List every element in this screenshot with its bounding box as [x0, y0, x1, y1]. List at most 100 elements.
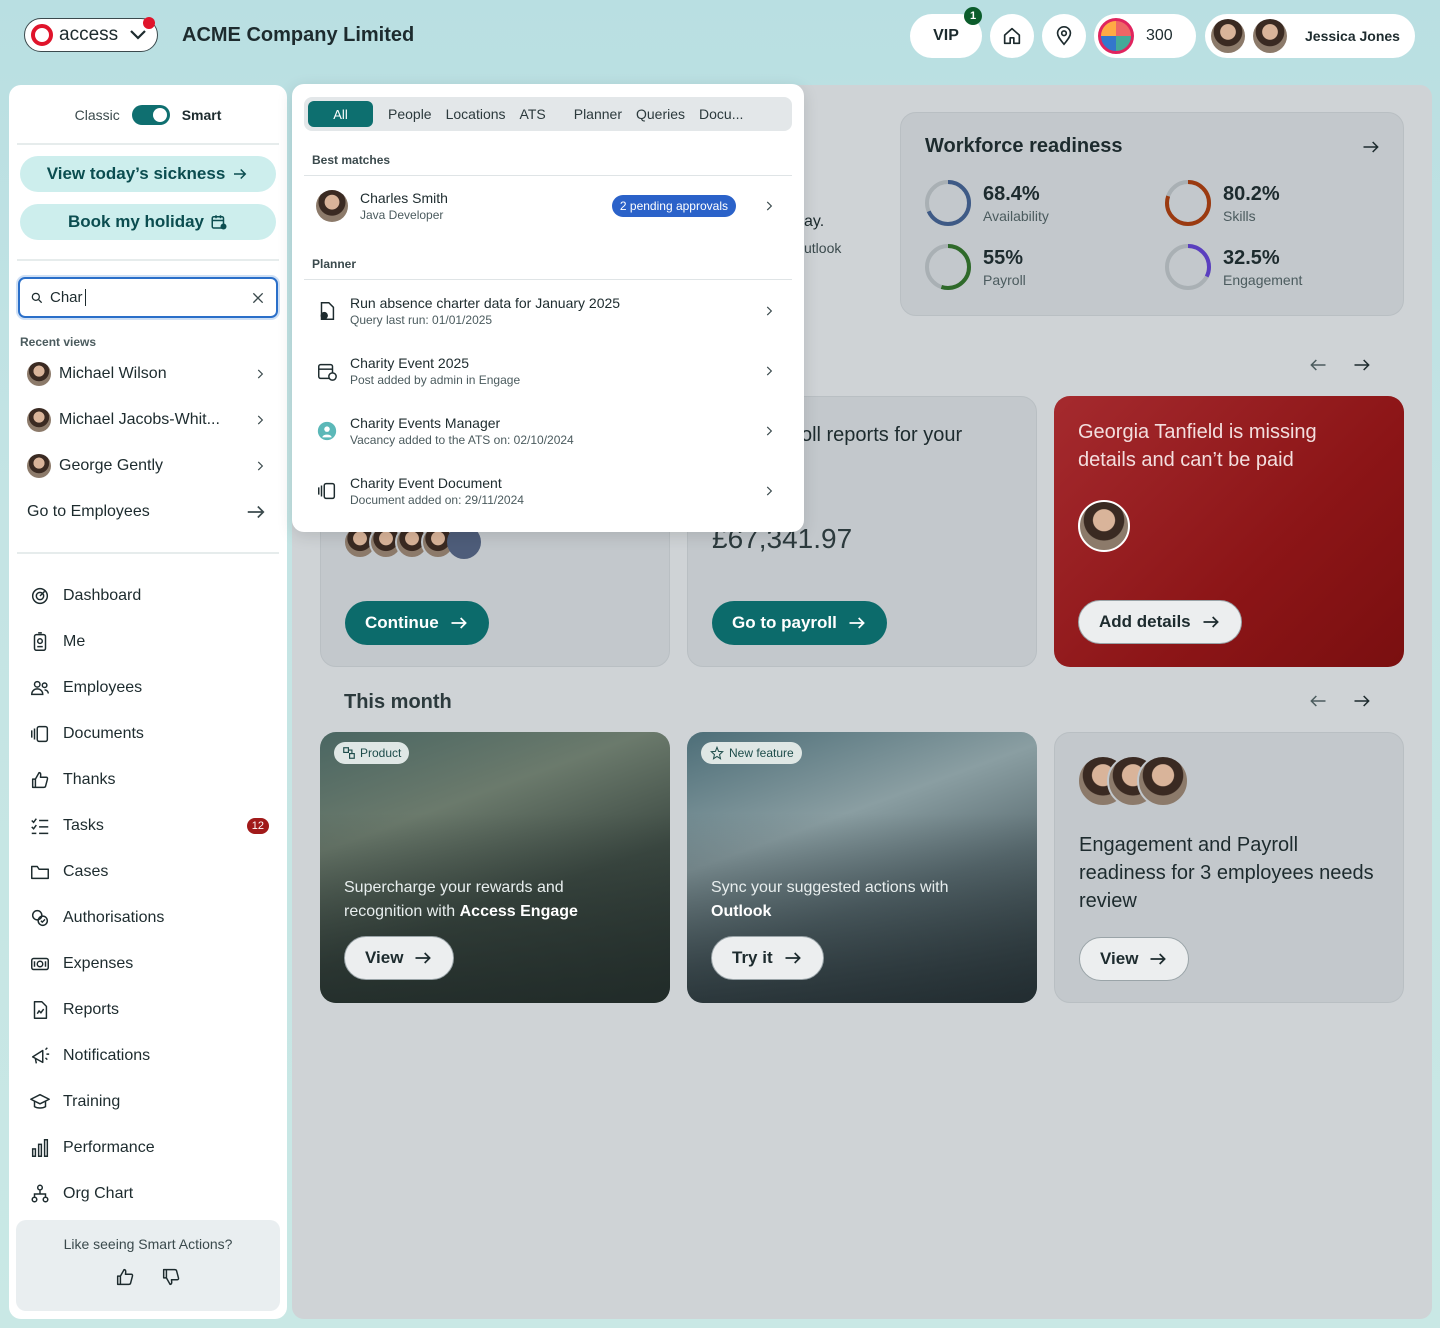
- view-button[interactable]: View: [344, 936, 455, 980]
- arrow-left-icon[interactable]: [1308, 691, 1328, 711]
- search-input[interactable]: Char: [18, 277, 278, 318]
- go-to-employees-link[interactable]: Go to Employees: [27, 497, 267, 527]
- arrow-right-icon: [451, 617, 467, 629]
- add-details-label: Add details: [1099, 612, 1191, 631]
- search-icon: [31, 292, 43, 303]
- chevron-down-icon: [130, 30, 146, 40]
- people-icon: [31, 680, 49, 696]
- sidebar-item-expenses[interactable]: Expenses: [29, 949, 269, 979]
- dashboard-icon: [31, 587, 49, 605]
- arrow-right-icon[interactable]: [1361, 137, 1381, 157]
- sidebar: Classic Smart View today’s sickness Book…: [9, 85, 287, 1319]
- points-button[interactable]: 300: [1094, 14, 1196, 58]
- planner-result-item[interactable]: Run absence charter data for January 202…: [316, 289, 776, 333]
- avatar: [316, 190, 348, 222]
- tab-planner[interactable]: Planner: [567, 101, 629, 127]
- clear-search-icon[interactable]: [250, 290, 266, 306]
- go-to-payroll-label: Go to payroll: [732, 613, 837, 632]
- tab-all[interactable]: All: [308, 101, 373, 127]
- book-holiday-label: Book my holiday: [67, 212, 205, 231]
- recent-item[interactable]: Michael Wilson: [27, 359, 267, 389]
- feedback-question: Like seeing Smart Actions?: [63, 1236, 233, 1252]
- sidebar-item-label: Employees: [63, 679, 143, 696]
- chevron-right-icon: [257, 415, 264, 425]
- sidebar-item-employees[interactable]: Employees: [29, 673, 269, 703]
- new-feature-card: New feature Sync your suggested actions …: [687, 732, 1037, 1003]
- missing-details-card: Georgia Tanfield is missing details and …: [1054, 396, 1404, 667]
- sidebar-item-thanks[interactable]: Thanks: [29, 765, 269, 795]
- try-it-label: Try it: [732, 948, 773, 967]
- view-button[interactable]: View: [1079, 937, 1190, 981]
- view-sickness-button[interactable]: View today’s sickness: [20, 156, 276, 192]
- sidebar-item-label: Documents: [63, 725, 144, 742]
- donut-gauge: [1165, 180, 1211, 226]
- best-match-item[interactable]: Charles Smith Java Developer 2 pending a…: [316, 184, 776, 228]
- thumbs-up-icon[interactable]: [114, 1266, 136, 1288]
- vip-label: VIP: [933, 27, 959, 44]
- sidebar-item-dashboard[interactable]: Dashboard: [29, 581, 269, 611]
- recent-item[interactable]: George Gently: [27, 451, 267, 481]
- sidebar-item-reports[interactable]: Reports: [29, 995, 269, 1025]
- carousel-arrows: [1308, 691, 1372, 711]
- divider: [17, 259, 279, 261]
- book-holiday-button[interactable]: Book my holiday: [20, 204, 276, 240]
- logo-text: access: [59, 24, 119, 45]
- avatar: [1211, 19, 1245, 53]
- tab-docu[interactable]: Docu...: [692, 101, 750, 127]
- sidebar-item-label: Cases: [63, 863, 109, 880]
- access-logo[interactable]: access: [24, 17, 158, 52]
- tab-people[interactable]: People: [381, 101, 439, 127]
- carousel-arrows: [1308, 355, 1372, 375]
- user-menu[interactable]: Jessica Jones: [1205, 14, 1415, 58]
- add-details-button[interactable]: Add details: [1078, 600, 1242, 644]
- go-to-payroll-button[interactable]: Go to payroll: [712, 601, 887, 645]
- metric-payroll: 55% Payroll: [923, 242, 1026, 292]
- avatar: [27, 454, 51, 478]
- avatar-group: [1077, 755, 1189, 807]
- sidebar-item-notifications[interactable]: Notifications: [29, 1041, 269, 1071]
- planner-result-item[interactable]: Charity Events Manager Vacancy added to t…: [316, 409, 776, 453]
- sidebar-item-cases[interactable]: Cases: [29, 857, 269, 887]
- tab-queries[interactable]: Queries: [629, 101, 692, 127]
- best-matches-heading: Best matches: [312, 153, 391, 167]
- sidebar-item-training[interactable]: Training: [29, 1087, 269, 1117]
- this-month-title: This month: [344, 691, 452, 713]
- sidebar-item-authorisations[interactable]: Authorisations: [29, 903, 269, 933]
- thumbs-down-icon[interactable]: [160, 1266, 182, 1288]
- tab-ats[interactable]: ATS: [513, 101, 553, 127]
- planner-result-item[interactable]: Charity Event 2025 Post added by admin in…: [316, 349, 776, 393]
- recent-item-label: Michael Jacobs-Whit...: [59, 411, 220, 428]
- calendar-add-icon: [211, 215, 227, 230]
- recent-item[interactable]: Michael Jacobs-Whit...: [27, 405, 267, 435]
- thumbs-up-icon: [31, 771, 49, 789]
- continue-button[interactable]: Continue: [345, 601, 489, 645]
- product-tag-label: Product: [360, 746, 402, 760]
- planner-result-item[interactable]: Charity Event Document Document added on:…: [316, 469, 776, 513]
- sidebar-item-me[interactable]: Me: [29, 627, 269, 657]
- home-button[interactable]: [990, 14, 1034, 58]
- sidebar-item-label: Authorisations: [63, 909, 165, 926]
- sidebar-item-documents[interactable]: Documents: [29, 719, 269, 749]
- try-it-button[interactable]: Try it: [711, 936, 824, 980]
- vip-button[interactable]: VIP 1: [910, 7, 982, 58]
- new-feature-bold: Outlook: [711, 903, 772, 920]
- classic-smart-switch[interactable]: [131, 105, 170, 125]
- sidebar-item-org-chart[interactable]: Org Chart: [29, 1179, 269, 1209]
- tasks-icon: [31, 818, 49, 835]
- arrow-right-icon: [234, 168, 247, 180]
- go-to-employees-label: Go to Employees: [27, 503, 150, 520]
- tasks-count-badge: 12: [246, 818, 269, 834]
- folder-icon: [31, 865, 49, 880]
- arrow-left-icon[interactable]: [1308, 355, 1328, 375]
- tab-locations[interactable]: Locations: [439, 101, 513, 127]
- metric-availability: 68.4% Availability: [923, 178, 1049, 228]
- chevron-right-icon: [257, 461, 264, 471]
- view-label: View: [365, 948, 404, 967]
- arrow-right-icon[interactable]: [1352, 355, 1372, 375]
- sidebar-item-tasks[interactable]: Tasks 12: [29, 811, 269, 841]
- company-name: ACME Company Limited: [182, 24, 415, 46]
- sidebar-item-performance[interactable]: Performance: [29, 1133, 269, 1163]
- location-button[interactable]: [1042, 14, 1086, 58]
- avatar: [1078, 500, 1130, 552]
- arrow-right-icon[interactable]: [1352, 691, 1372, 711]
